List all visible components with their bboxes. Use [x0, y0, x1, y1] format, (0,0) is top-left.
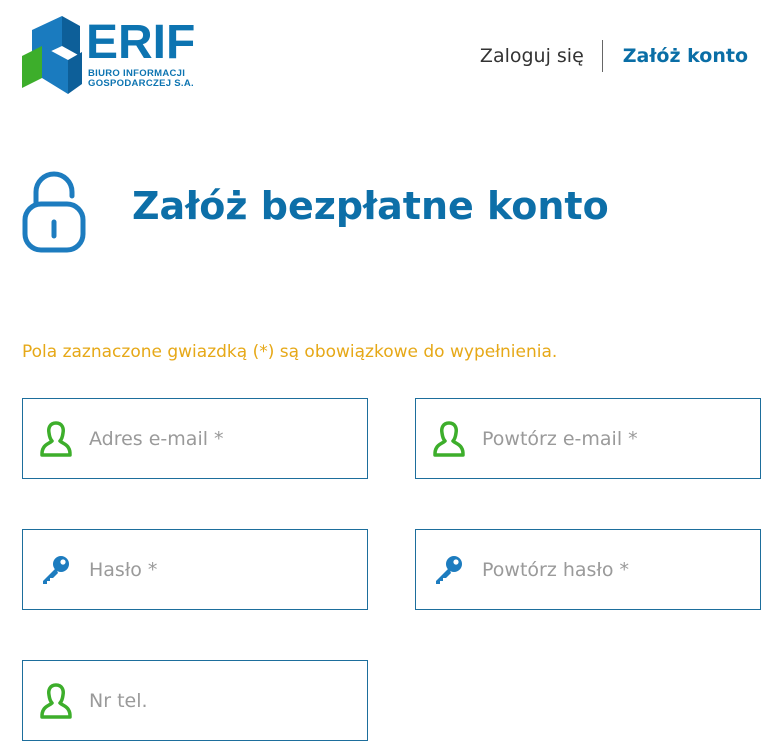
logo-wordmark: ERIF: [86, 16, 196, 69]
email-repeat-input[interactable]: [482, 399, 752, 478]
register-link[interactable]: Załóż konto: [623, 45, 748, 67]
page-title: Załóż bezpłatne konto: [132, 184, 609, 228]
password-field[interactable]: [22, 529, 368, 610]
nav-divider: [601, 40, 603, 72]
top-nav: Zaloguj się Załóż konto: [480, 40, 748, 72]
key-icon: [43, 555, 69, 584]
logo-mark-icon: [22, 16, 82, 94]
user-icon: [433, 420, 465, 457]
erif-logo[interactable]: ERIF BIURO INFORMACJI GOSPODARCZEJ S.A.: [22, 16, 237, 100]
email-field[interactable]: [22, 398, 368, 479]
login-link[interactable]: Zaloguj się: [480, 45, 584, 67]
logo-subtitle: BIURO INFORMACJI GOSPODARCZEJ S.A.: [88, 69, 238, 89]
email-input[interactable]: [89, 399, 359, 478]
padlock-icon: [22, 171, 86, 253]
required-fields-note: Pola zaznaczone gwiazdką (*) są obowiązk…: [22, 342, 558, 362]
email-repeat-field[interactable]: [415, 398, 761, 479]
site-header: ERIF BIURO INFORMACJI GOSPODARCZEJ S.A. …: [0, 0, 770, 110]
user-icon: [40, 682, 72, 719]
phone-field[interactable]: [22, 660, 368, 741]
password-input[interactable]: [89, 530, 359, 609]
password-repeat-field[interactable]: [415, 529, 761, 610]
user-icon: [40, 420, 72, 457]
password-repeat-input[interactable]: [482, 530, 752, 609]
phone-input[interactable]: [89, 661, 359, 740]
key-icon: [436, 555, 462, 584]
logo-subtitle-line2: GOSPODARCZEJ S.A.: [88, 78, 194, 89]
